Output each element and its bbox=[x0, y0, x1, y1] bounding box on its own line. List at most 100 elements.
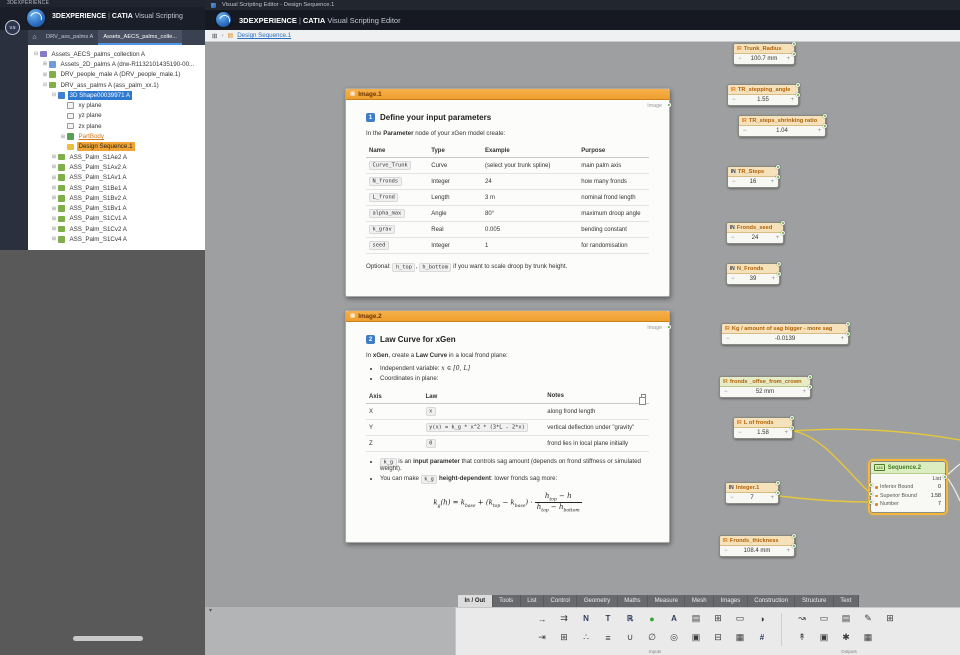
collapse-panel-icon[interactable]: ▾ bbox=[209, 607, 212, 614]
copy-icon[interactable] bbox=[639, 394, 646, 405]
half-disc-input-icon[interactable]: ◑ bbox=[754, 612, 770, 625]
node-value[interactable]: -0.0139 bbox=[772, 336, 798, 342]
tree-item-label[interactable]: ASS_Palm_S1Bv1 A bbox=[68, 204, 129, 213]
increment-button[interactable]: + bbox=[770, 179, 774, 185]
output-port[interactable] bbox=[943, 475, 947, 479]
display-output-icon[interactable]: ▣ bbox=[816, 631, 832, 644]
output-port[interactable] bbox=[781, 221, 785, 225]
list-input-icon[interactable]: ≡ bbox=[600, 631, 616, 644]
node-fronds-seed[interactable]: IN Fronds_seed − 24 + bbox=[726, 221, 785, 244]
note-card-header[interactable]: ▦ Image.2 bbox=[346, 311, 669, 322]
tree-expander-icon[interactable]: ⊟ bbox=[50, 92, 58, 98]
tree-item[interactable]: ⊟ Assets_AECS_palms_collection A bbox=[28, 49, 205, 59]
tree-expander-icon[interactable]: ⊞ bbox=[50, 175, 58, 181]
increment-button[interactable]: + bbox=[775, 235, 779, 241]
tree-expander-icon[interactable]: ⊟ bbox=[41, 82, 49, 88]
tree-expander-icon[interactable]: ⊞ bbox=[50, 154, 58, 160]
decrement-button[interactable]: − bbox=[724, 389, 728, 395]
tree-item[interactable]: ⊞ ASS_Palm_S1Cv1 A bbox=[28, 214, 205, 224]
tree-item-label[interactable]: DRV_people_male A (DRV_people_male.1) bbox=[59, 70, 183, 79]
screen-input-icon[interactable]: ▭ bbox=[732, 612, 748, 625]
output-port[interactable] bbox=[781, 231, 785, 235]
tab-structure[interactable]: Structure bbox=[795, 595, 834, 607]
null-input-icon[interactable]: ∅ bbox=[644, 631, 660, 644]
node-value[interactable]: 39 bbox=[747, 276, 760, 282]
doc-tab-drv-ass-palms[interactable]: DRV_ass_palms A bbox=[41, 30, 98, 45]
note-card-header[interactable]: ▦ Image.1 bbox=[346, 89, 669, 100]
tab-tools[interactable]: Tools bbox=[492, 595, 521, 607]
output-port[interactable] bbox=[792, 544, 796, 548]
increment-button[interactable]: + bbox=[771, 276, 775, 282]
edit-output-icon[interactable]: ✎ bbox=[860, 612, 876, 625]
increment-button[interactable]: + bbox=[786, 56, 790, 62]
tree-item[interactable]: ⊞ ASS_Palm_S1Bv1 A bbox=[28, 203, 205, 213]
tree-item[interactable]: ⊞ ASS_Palm_S1Cv4 A bbox=[28, 234, 205, 244]
chart-input-icon[interactable]: ▤ bbox=[688, 612, 704, 625]
tree-expander-icon[interactable]: ⊞ bbox=[50, 206, 58, 212]
report-output-icon[interactable]: ▤ bbox=[838, 612, 854, 625]
node-value[interactable]: 7 bbox=[747, 495, 756, 501]
sequence-input-row[interactable]: Number 7 bbox=[875, 500, 941, 509]
mesh-output-icon[interactable]: ▦ bbox=[860, 631, 876, 644]
export-output-icon[interactable]: ↟ bbox=[794, 631, 810, 644]
input-port[interactable] bbox=[869, 500, 873, 504]
decrement-button[interactable]: − bbox=[732, 97, 736, 103]
monitor-output-icon[interactable]: ▭ bbox=[816, 612, 832, 625]
node-value[interactable]: 16 bbox=[747, 179, 760, 185]
tree-expander-icon[interactable]: ⊞ bbox=[41, 61, 49, 67]
node-sequence-2[interactable]: 123 Sequence.2 List Inferior Bound 0 Supe… bbox=[868, 459, 948, 515]
tab-control[interactable]: Control bbox=[544, 595, 578, 607]
tree-item[interactable]: zx plane bbox=[28, 121, 205, 131]
node-value[interactable]: 1.55 bbox=[754, 97, 772, 103]
output-port[interactable] bbox=[776, 491, 780, 495]
grid-input-icon[interactable]: ⊞ bbox=[556, 631, 572, 644]
output-port[interactable] bbox=[776, 175, 780, 179]
tab-images[interactable]: Images bbox=[714, 595, 748, 607]
increment-button[interactable]: + bbox=[790, 97, 794, 103]
tree-item-label[interactable]: ASS_Palm_S1Cv1 A bbox=[68, 214, 129, 223]
input-value[interactable]: 7 bbox=[938, 501, 941, 507]
output-port[interactable] bbox=[776, 481, 780, 485]
text-input-icon[interactable]: T bbox=[600, 612, 616, 625]
tree-expander-icon[interactable]: ⊞ bbox=[41, 72, 49, 78]
flow-input-icon[interactable]: → bbox=[534, 612, 550, 625]
tab-maths[interactable]: Maths bbox=[617, 595, 649, 607]
decrement-button[interactable]: − bbox=[724, 548, 728, 554]
tree-expander-icon[interactable]: ⊟ bbox=[32, 51, 40, 57]
tree-item[interactable]: ⊞ ASS_Palm_S1Av1 A bbox=[28, 173, 205, 183]
tree-item[interactable]: ⊞ PartBody bbox=[28, 131, 205, 141]
node-value[interactable]: 108.4 mm bbox=[741, 548, 774, 554]
input-port[interactable] bbox=[869, 492, 873, 496]
tree-item[interactable]: yz plane bbox=[28, 111, 205, 121]
tree-item-label[interactable]: Assets_2D_palms A (drw-R1132101435190-00… bbox=[59, 60, 197, 69]
table-output-icon[interactable]: ⊞ bbox=[882, 612, 898, 625]
tree-item-label[interactable]: xy plane bbox=[77, 101, 104, 110]
annotation-input-icon[interactable]: A bbox=[666, 612, 682, 625]
increment-button[interactable]: + bbox=[817, 128, 821, 134]
increment-button[interactable]: + bbox=[784, 430, 788, 436]
card-port[interactable] bbox=[667, 325, 671, 329]
tree-item[interactable]: ⊞ ASS_Palm_S1Be1 A bbox=[28, 183, 205, 193]
output-port[interactable] bbox=[796, 83, 800, 87]
points-input-icon[interactable]: ∴ bbox=[578, 631, 594, 644]
node-tr-stepping-angle[interactable]: IR TR_stepping_angle − 1.55 + bbox=[727, 83, 800, 106]
color-input-icon[interactable]: ● bbox=[644, 612, 660, 625]
image-input-icon[interactable]: ▣ bbox=[688, 631, 704, 644]
output-port[interactable] bbox=[777, 272, 781, 276]
tree-expander-icon[interactable]: ⊞ bbox=[50, 195, 58, 201]
tab-mesh[interactable]: Mesh bbox=[685, 595, 715, 607]
tree-item[interactable]: ⊞ ASS_Palm_S1Cv2 A bbox=[28, 224, 205, 234]
increment-button[interactable]: + bbox=[840, 336, 844, 342]
tree-item[interactable]: ⊞ ASS_Palm_S1Ae2 A bbox=[28, 152, 205, 162]
minus-table-input-icon[interactable]: ⊟ bbox=[710, 631, 726, 644]
node-value[interactable]: 100.7 mm bbox=[748, 56, 781, 62]
tree-expander-icon[interactable]: ⊞ bbox=[50, 226, 58, 232]
tree-expander-icon[interactable]: ⊞ bbox=[59, 134, 67, 140]
decrement-button[interactable]: − bbox=[743, 128, 747, 134]
decrement-button[interactable]: − bbox=[732, 179, 736, 185]
tree-expander-icon[interactable]: ⊞ bbox=[50, 185, 58, 191]
output-port[interactable] bbox=[790, 426, 794, 430]
decrement-button[interactable]: − bbox=[726, 336, 730, 342]
input-value[interactable]: 0 bbox=[938, 484, 941, 490]
input-port[interactable] bbox=[869, 483, 873, 487]
